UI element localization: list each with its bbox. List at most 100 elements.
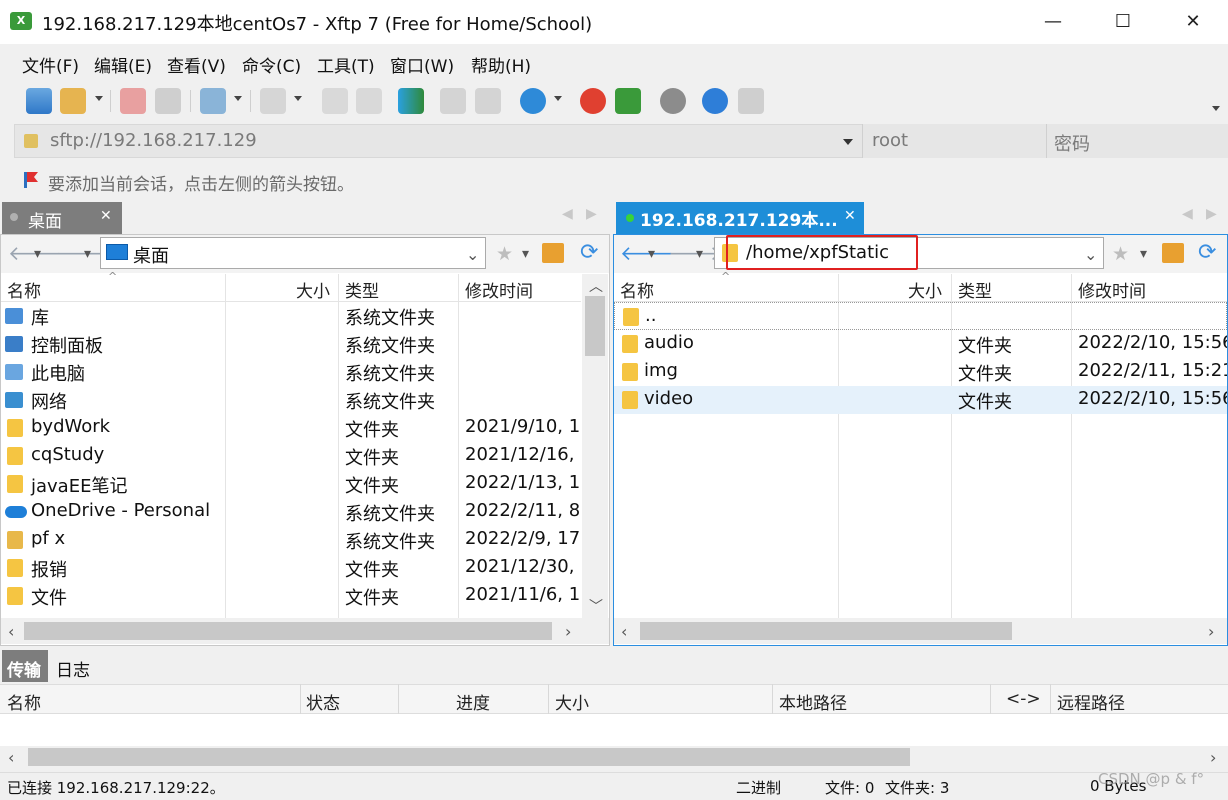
close-icon[interactable]: ✕	[844, 208, 856, 224]
tab-next-icon[interactable]: ▶	[586, 206, 597, 222]
tab-prev-icon[interactable]: ◀	[562, 206, 573, 222]
list-item[interactable]: audio 文件夹 2022/2/10, 15:56	[614, 330, 1227, 358]
list-item[interactable]: 控制面板 系统文件夹	[1, 330, 581, 358]
menu-window[interactable]: 窗口(W)	[390, 52, 454, 77]
add-session-arrow-icon[interactable]	[22, 170, 40, 190]
scroll-left-icon[interactable]: ‹	[8, 748, 14, 767]
scroll-up-icon[interactable]: ︿	[589, 276, 603, 296]
menu-view[interactable]: 查看(V)	[167, 52, 226, 77]
minimize-button[interactable]: —	[1018, 0, 1088, 44]
close-icon[interactable]: ✕	[100, 208, 112, 224]
star-icon[interactable]: ★	[1112, 243, 1129, 265]
scroll-thumb[interactable]	[640, 622, 1012, 640]
upload-icon[interactable]	[322, 88, 348, 114]
chevron-down-icon[interactable]: ⌄	[1084, 245, 1097, 264]
maximize-button[interactable]: ☐	[1088, 0, 1158, 44]
column-size[interactable]: 大小	[908, 277, 942, 302]
list-item[interactable]: cqStudy 文件夹 2021/12/16, 2	[1, 442, 581, 470]
scroll-thumb[interactable]	[24, 622, 552, 640]
chevron-down-icon[interactable]: ▾	[522, 246, 529, 262]
column-size[interactable]: 大小	[296, 277, 330, 302]
reconnect-icon[interactable]	[155, 88, 181, 114]
refresh-icon[interactable]: ⟳	[580, 240, 598, 265]
list-item[interactable]: OneDrive - Personal 系统文件夹 2022/2/11, 8:	[1, 498, 581, 526]
list-item[interactable]: ..	[614, 302, 1227, 330]
forward-arrow-icon[interactable]: 🡒	[668, 243, 722, 263]
column-modified[interactable]: 修改时间	[1078, 277, 1146, 302]
copy-icon[interactable]	[440, 88, 466, 114]
view-mode-icon[interactable]	[260, 88, 286, 114]
home-icon[interactable]	[1162, 243, 1184, 263]
download-icon[interactable]	[356, 88, 382, 114]
star-icon[interactable]: ★	[496, 243, 513, 265]
xshell-icon[interactable]	[580, 88, 606, 114]
gear-icon[interactable]	[660, 88, 686, 114]
chevron-down-icon[interactable]: ▾	[648, 246, 655, 262]
list-item[interactable]: pf x 系统文件夹 2022/2/9, 17:	[1, 526, 581, 554]
forward-arrow-icon[interactable]: 🡒	[56, 243, 110, 263]
column-name[interactable]: 名称	[7, 689, 41, 714]
help-icon[interactable]	[702, 88, 728, 114]
list-item[interactable]: 文件 文件夹 2021/11/6, 14	[1, 582, 581, 610]
chevron-down-icon[interactable]: ▾	[696, 246, 703, 262]
list-item[interactable]: 此电脑 系统文件夹	[1, 358, 581, 386]
close-button[interactable]: ✕	[1158, 0, 1228, 44]
chevron-down-icon[interactable]	[843, 139, 853, 145]
column-remote-path[interactable]: 远程路径	[1057, 689, 1125, 714]
chevron-down-icon[interactable]	[95, 96, 103, 101]
column-name[interactable]: 名称	[620, 277, 654, 302]
list-item[interactable]: bydWork 文件夹 2021/9/10, 11	[1, 414, 581, 442]
list-item[interactable]: javaEE笔记 文件夹 2022/1/13, 10	[1, 470, 581, 498]
scroll-down-icon[interactable]: ﹀	[589, 596, 603, 616]
column-progress[interactable]: 进度	[456, 689, 490, 714]
menu-file[interactable]: 文件(F)	[22, 52, 79, 77]
list-item[interactable]: img 文件夹 2022/2/11, 15:21	[614, 358, 1227, 386]
scroll-thumb[interactable]	[28, 748, 910, 766]
column-modified[interactable]: 修改时间	[465, 277, 533, 302]
tab-next-icon[interactable]: ▶	[1206, 206, 1217, 222]
open-folder-icon[interactable]	[60, 88, 86, 114]
chevron-down-icon[interactable]: ▾	[1140, 246, 1147, 262]
column-direction[interactable]: <->	[1006, 689, 1041, 709]
menu-edit[interactable]: 编辑(E)	[94, 52, 152, 77]
chevron-down-icon[interactable]	[1212, 106, 1220, 111]
new-session-icon[interactable]	[26, 88, 52, 114]
tab-log[interactable]: 日志	[56, 656, 90, 681]
chevron-down-icon[interactable]	[554, 96, 562, 101]
address-input[interactable]: sftp://192.168.217.129	[50, 130, 257, 151]
chevron-down-icon[interactable]: ▾	[84, 246, 91, 262]
column-size[interactable]: 大小	[555, 689, 589, 714]
properties-icon[interactable]	[200, 88, 226, 114]
scroll-right-icon[interactable]: ›	[1208, 622, 1214, 641]
scroll-right-icon[interactable]: ›	[1210, 748, 1216, 767]
scroll-left-icon[interactable]: ‹	[8, 622, 14, 641]
list-item[interactable]: 网络 系统文件夹	[1, 386, 581, 414]
tab-prev-icon[interactable]: ◀	[1182, 206, 1193, 222]
refresh-icon[interactable]: ⟳	[1198, 240, 1216, 265]
menu-command[interactable]: 命令(C)	[242, 52, 301, 77]
chevron-down-icon[interactable]: ⌄	[466, 245, 479, 264]
column-local-path[interactable]: 本地路径	[779, 689, 847, 714]
menu-help[interactable]: 帮助(H)	[471, 52, 531, 77]
back-arrow-icon[interactable]: 🡐	[620, 243, 674, 263]
home-icon[interactable]	[542, 243, 564, 263]
scroll-right-icon[interactable]: ›	[565, 622, 571, 641]
menu-tools[interactable]: 工具(T)	[317, 52, 375, 77]
column-type[interactable]: 类型	[958, 277, 992, 302]
chevron-down-icon[interactable]	[234, 96, 242, 101]
list-item[interactable]: 库 系统文件夹	[1, 302, 581, 330]
globe-icon[interactable]	[520, 88, 546, 114]
chevron-down-icon[interactable]: ▾	[34, 246, 41, 262]
disconnect-icon[interactable]	[120, 88, 146, 114]
xftp-launch-icon[interactable]	[615, 88, 641, 114]
column-status[interactable]: 状态	[306, 689, 340, 714]
scroll-left-icon[interactable]: ‹	[621, 622, 627, 641]
transfer-icon[interactable]	[398, 88, 424, 114]
chevron-down-icon[interactable]	[294, 96, 302, 101]
column-name[interactable]: 名称	[7, 277, 41, 302]
paste-icon[interactable]	[475, 88, 501, 114]
chat-icon[interactable]	[738, 88, 764, 114]
scroll-thumb[interactable]	[585, 296, 605, 356]
column-type[interactable]: 类型	[345, 277, 379, 302]
back-arrow-icon[interactable]: 🡐	[8, 243, 62, 263]
